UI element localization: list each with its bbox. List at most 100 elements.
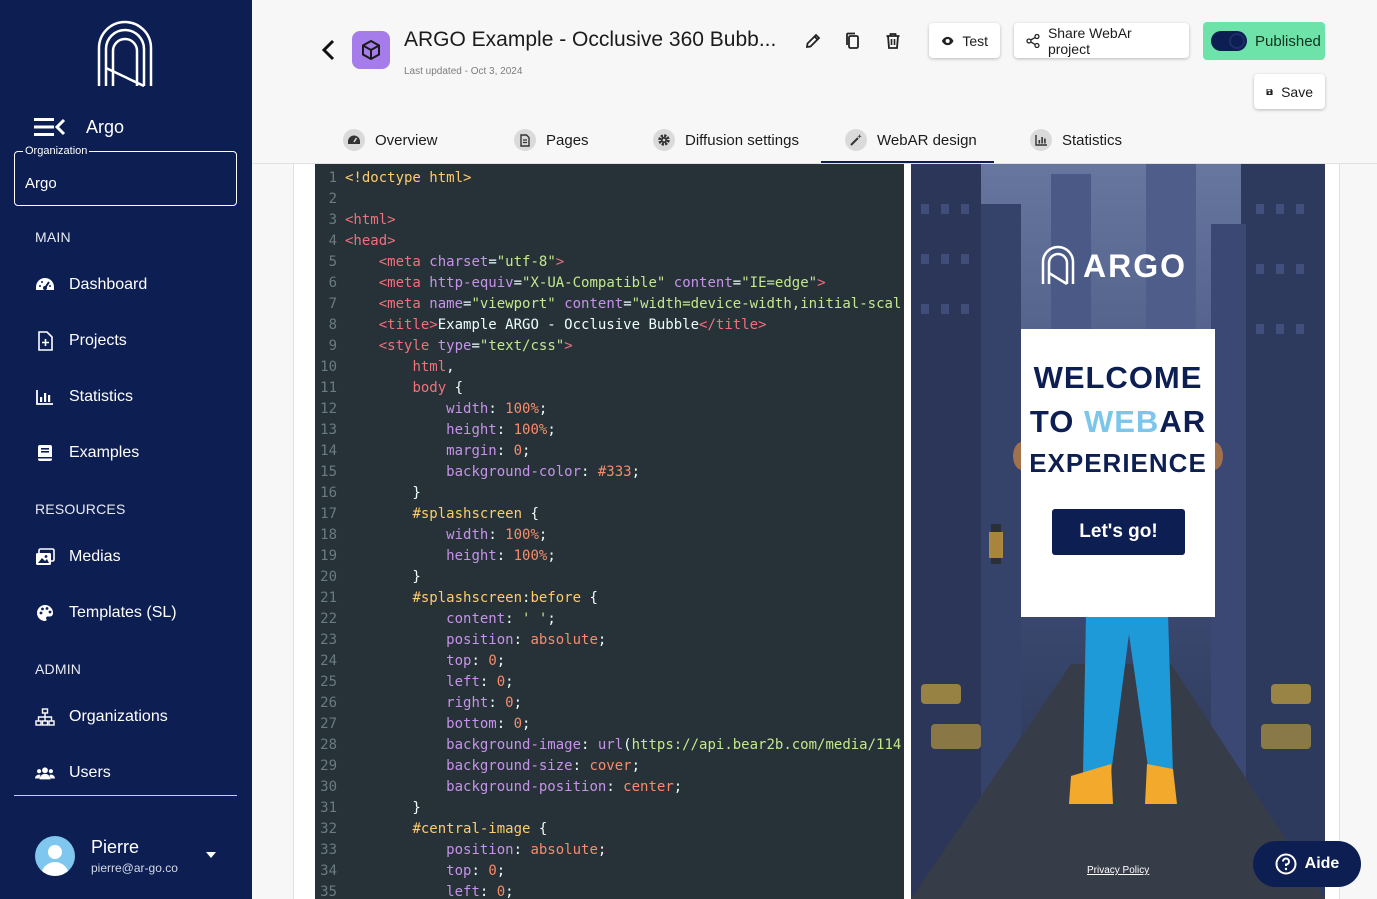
code-line[interactable]: 8 <title>Example ARGO - Occlusive Bubble… <box>315 315 904 336</box>
code-token: ; <box>597 632 607 648</box>
code-line[interactable]: 31 } <box>315 798 904 819</box>
code-line[interactable]: 4 <head> <box>315 231 904 252</box>
org-switcher[interactable]: Argo <box>34 116 124 138</box>
images-icon <box>35 547 55 567</box>
code-line[interactable]: 30 background-position: center; <box>315 777 904 798</box>
code-line[interactable]: 7 <meta name="viewport" content="width=d… <box>315 294 904 315</box>
code-line[interactable]: 9 <style type="text/css"> <box>315 336 904 357</box>
published-toggle[interactable]: Published <box>1203 22 1325 60</box>
line-number: 21 <box>320 590 337 606</box>
code-editor[interactable]: 1 <!doctype html> 2 3 <html> 4 <head> 5 <meta c… <box>315 164 904 899</box>
code-token: body <box>412 380 447 396</box>
code-token: ; <box>505 674 514 690</box>
tab-overview[interactable]: Overview <box>343 128 438 152</box>
code-line[interactable]: 20 } <box>315 567 904 588</box>
edit-pencil-icon[interactable] <box>804 32 822 50</box>
code-token: name <box>429 296 464 312</box>
code-token: background-image <box>446 737 582 753</box>
sidebar-item-users[interactable]: Users <box>35 761 111 785</box>
code-token: } <box>345 569 421 585</box>
sidebar-item-organizations[interactable]: Organizations <box>35 705 168 729</box>
share-button[interactable]: Share WebAr project <box>1014 23 1189 58</box>
code-line[interactable]: 34 top: 0; <box>315 861 904 882</box>
privacy-policy-link[interactable]: Privacy Policy <box>1087 865 1149 876</box>
code-line[interactable]: 3 <html> <box>315 210 904 231</box>
line-number: 33 <box>320 842 337 858</box>
sidebar-item-dashboard[interactable]: Dashboard <box>35 273 147 297</box>
collapse-menu-icon[interactable] <box>34 116 66 138</box>
code-token: 0 <box>488 863 497 879</box>
tab-label: Statistics <box>1062 131 1123 149</box>
webar-preview[interactable]: ARGO WELCOME TO WEBAR EXPERIENCE Let's g… <box>911 164 1325 899</box>
tab-webar-design[interactable]: WebAR design <box>845 128 977 152</box>
code-line[interactable]: 13 height: 100%; <box>315 420 904 441</box>
code-line[interactable]: 2 <box>315 189 904 210</box>
trash-icon[interactable] <box>884 32 902 50</box>
sidebar-item-templates[interactable]: Templates (SL) <box>35 601 177 625</box>
toggle-switch[interactable] <box>1211 31 1247 51</box>
save-button[interactable]: Save <box>1254 74 1325 109</box>
code-token: ; <box>522 443 531 459</box>
code-line[interactable]: 23 position: absolute; <box>315 630 904 651</box>
code-token: ; <box>547 422 556 438</box>
back-arrow-icon[interactable] <box>319 38 337 62</box>
sidebar-item-medias[interactable]: Medias <box>35 545 121 569</box>
code-line[interactable]: 14 margin: 0; <box>315 441 904 462</box>
tab-label: Diffusion settings <box>685 131 799 149</box>
code-line[interactable]: 29 background-size: cover; <box>315 756 904 777</box>
welcome-line-3: EXPERIENCE <box>1029 448 1207 478</box>
code-line[interactable]: 24 top: 0; <box>315 651 904 672</box>
welcome-line-1: WELCOME <box>1033 360 1203 395</box>
code-token: ; <box>496 653 506 669</box>
code-line[interactable]: 17 #splashscreen { <box>315 504 904 525</box>
code-line[interactable]: 5 <meta charset="utf-8"> <box>315 252 904 273</box>
duplicate-icon[interactable] <box>844 32 862 50</box>
tab-pages[interactable]: Pages <box>514 128 589 152</box>
help-button[interactable]: Aide <box>1253 841 1361 887</box>
line-number: 19 <box>320 548 337 564</box>
chevron-down-icon[interactable] <box>205 851 217 859</box>
argo-logo-icon[interactable] <box>95 18 155 88</box>
code-line[interactable]: 12 width: 100%; <box>315 399 904 420</box>
organization-field[interactable]: Organization Argo <box>14 146 237 206</box>
code-token: 0 <box>496 884 506 899</box>
code-line[interactable]: 21 #splashscreen:before { <box>315 588 904 609</box>
sidebar-item-projects[interactable]: Projects <box>35 329 127 353</box>
code-line[interactable]: 26 right: 0; <box>315 693 904 714</box>
code-line[interactable]: 32 #central-image { <box>315 819 904 840</box>
code-line[interactable]: 35 left: 0; <box>315 882 904 899</box>
code-line[interactable]: 25 left: 0; <box>315 672 904 693</box>
code-line[interactable]: 15 background-color: #333; <box>315 462 904 483</box>
code-line[interactable]: 11 body { <box>315 378 904 399</box>
sidebar-item-examples[interactable]: Examples <box>35 441 139 465</box>
code-token: height <box>446 548 497 564</box>
user-menu[interactable]: Pierre pierre@ar-go.co <box>35 836 178 876</box>
sidebar-item-statistics[interactable]: Statistics <box>35 385 133 409</box>
line-number: 7 <box>328 296 337 312</box>
test-button[interactable]: Test <box>929 23 1000 58</box>
line-number: 35 <box>320 884 337 899</box>
tab-diffusion-settings[interactable]: Diffusion settings <box>653 128 799 152</box>
code-token: : <box>496 422 514 438</box>
code-token: 100% <box>513 548 548 564</box>
code-line[interactable]: 16 } <box>315 483 904 504</box>
gauge-icon <box>343 129 365 151</box>
code-line[interactable]: 19 height: 100%; <box>315 546 904 567</box>
code-line[interactable]: 1 <!doctype html> <box>315 168 904 189</box>
code-token: = <box>732 275 742 291</box>
tab-statistics[interactable]: Statistics <box>1030 128 1122 152</box>
code-line[interactable]: 28 background-image: url(https://api.bea… <box>315 735 904 756</box>
lets-go-button[interactable]: Let's go! <box>1052 509 1185 555</box>
code-line[interactable]: 33 position: absolute; <box>315 840 904 861</box>
code-line[interactable]: 18 width: 100%; <box>315 525 904 546</box>
code-line[interactable]: 6 <meta http-equiv="X-UA-Compatible" con… <box>315 273 904 294</box>
code-line[interactable]: 10 html, <box>315 357 904 378</box>
code-line[interactable]: 27 bottom: 0; <box>315 714 904 735</box>
code-line[interactable]: 22 content: ' '; <box>315 609 904 630</box>
code-token: : <box>471 863 489 879</box>
